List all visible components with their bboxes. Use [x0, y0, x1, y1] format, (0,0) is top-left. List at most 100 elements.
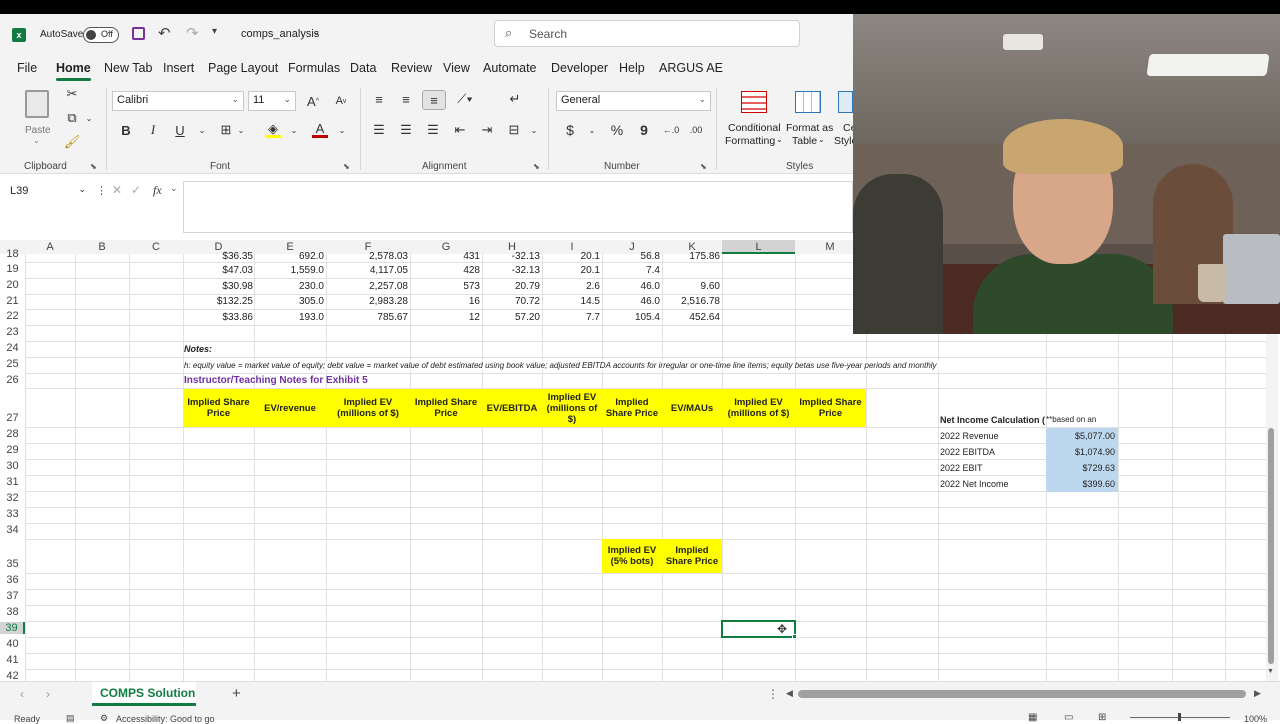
undo-icon[interactable]: ↶ [158, 24, 171, 42]
save-icon[interactable] [132, 27, 145, 40]
orientation-icon[interactable]: ⟋▾ [453, 91, 477, 107]
header-cell[interactable]: EV/revenue [254, 389, 326, 427]
zoom-level[interactable]: 100% [1244, 714, 1267, 724]
cell[interactable]: 20.79 [482, 281, 540, 292]
column-header-b[interactable]: B [75, 240, 129, 254]
underline-dropdown-icon[interactable]: ⌄ [197, 124, 207, 136]
cell[interactable]: 2.6 [542, 281, 600, 292]
tab-home[interactable]: Home [56, 61, 91, 81]
format-as-table-icon[interactable] [795, 91, 821, 113]
row-header[interactable]: 35 [0, 558, 25, 570]
merge-center-icon[interactable]: ⊟ [506, 122, 522, 138]
cell[interactable]: $33.86 [183, 312, 253, 323]
cell[interactable]: 2,516.78 [662, 296, 720, 307]
cell[interactable]: -32.13 [482, 251, 540, 262]
row-header[interactable]: 40 [0, 638, 25, 650]
row-header[interactable]: 38 [0, 606, 25, 618]
row-header[interactable]: 28 [0, 428, 25, 440]
cell[interactable]: 105.4 [602, 312, 660, 323]
font-launcher-icon[interactable]: ⬊ [343, 162, 350, 171]
row-header[interactable]: 27 [0, 412, 25, 424]
page-break-view-icon[interactable]: ⊞ [1098, 712, 1106, 723]
header-cell[interactable]: Implied EV (5% bots) [602, 539, 662, 573]
cell[interactable]: $36.35 [183, 251, 253, 262]
cell[interactable]: 193.0 [254, 312, 324, 323]
cell[interactable]: 692.0 [254, 251, 324, 262]
normal-view-icon[interactable]: ▦ [1028, 712, 1037, 723]
cell[interactable]: 305.0 [254, 296, 324, 307]
header-cell[interactable]: Implied Share Price [410, 389, 482, 427]
prev-sheet-icon[interactable]: ‹ [20, 687, 24, 701]
net-income-label[interactable]: 2022 EBIT [940, 463, 983, 473]
percent-button[interactable]: % [609, 122, 625, 138]
decrease-decimal-icon[interactable]: .00 [687, 122, 705, 138]
cell[interactable]: 573 [410, 281, 480, 292]
fill-color-icon[interactable]: ◈ [265, 121, 281, 138]
tab-developer[interactable]: Developer [551, 61, 608, 75]
filename-chevron-icon[interactable]: ⌄ [312, 27, 320, 38]
cell[interactable]: 12 [410, 312, 480, 323]
row-header[interactable]: 31 [0, 476, 25, 488]
row-header[interactable]: 37 [0, 590, 25, 602]
cell[interactable]: $47.03 [183, 265, 253, 276]
cell[interactable]: $132.25 [183, 296, 253, 307]
file-name[interactable]: comps_analysis [241, 28, 319, 40]
paste-dropdown-icon[interactable]: ⌄ [33, 136, 40, 145]
cell[interactable]: 57.20 [482, 312, 540, 323]
net-income-value[interactable]: $729.63 [1046, 460, 1118, 476]
cell[interactable]: 9.60 [662, 281, 720, 292]
cell[interactable]: 46.0 [602, 296, 660, 307]
format-as-table-label-2[interactable]: Table [792, 135, 817, 147]
row-header[interactable]: 18 [0, 249, 25, 260]
header-cell[interactable]: EV/MAUs [662, 389, 722, 427]
cell[interactable]: 7.7 [542, 312, 600, 323]
notes-heading[interactable]: Notes: [184, 344, 212, 354]
fill-handle-icon[interactable] [792, 634, 797, 639]
cell[interactable]: 2,257.08 [326, 281, 408, 292]
cell[interactable]: 785.67 [326, 312, 408, 323]
cell[interactable]: 7.4 [602, 265, 660, 276]
net-income-label[interactable]: 2022 Net Income [940, 479, 1009, 489]
font-name-select[interactable]: Calibri ⌄ [112, 91, 244, 111]
scroll-left-icon[interactable]: ◀ [786, 688, 793, 699]
cell[interactable]: 70.72 [482, 296, 540, 307]
copy-icon[interactable]: ⧉ [64, 110, 80, 126]
comma-button[interactable]: 9 [636, 122, 652, 138]
cell[interactable]: 1,559.0 [254, 265, 324, 276]
increase-decimal-icon[interactable]: ←.0 [662, 122, 680, 138]
macro-icon[interactable]: ▤ [66, 713, 75, 724]
column-header-a[interactable]: A [25, 240, 75, 254]
tab-page-layout[interactable]: Page Layout [208, 61, 278, 75]
formula-input[interactable] [183, 181, 853, 233]
search-box[interactable]: ⌕ Search [494, 20, 800, 47]
row-header[interactable]: 36 [0, 574, 25, 586]
currency-dropdown-icon[interactable]: ⌄ [587, 124, 597, 136]
font-color-icon[interactable]: A [312, 121, 328, 138]
column-header-l[interactable]: L [722, 240, 795, 254]
underline-button[interactable]: U [172, 122, 188, 138]
copy-dropdown-icon[interactable]: ⌄ [84, 112, 94, 124]
scroll-right-icon[interactable]: ▶ [1254, 688, 1261, 699]
alignment-launcher-icon[interactable]: ⬊ [533, 162, 540, 171]
number-format-select[interactable]: General ⌄ [556, 91, 711, 111]
decrease-indent-icon[interactable]: ⇤ [452, 122, 468, 138]
cancel-entry-icon[interactable]: ✕ [112, 183, 122, 197]
row-header[interactable]: 34 [0, 524, 25, 536]
font-size-select[interactable]: 11 ⌄ [248, 91, 296, 111]
tab-review[interactable]: Review [391, 61, 432, 75]
tab-automate[interactable]: Automate [483, 61, 537, 75]
wrap-text-icon[interactable]: ↵ [507, 91, 523, 107]
align-middle-icon[interactable]: ≡ [398, 91, 414, 107]
italic-button[interactable]: I [145, 122, 161, 138]
conditional-formatting-chevron-icon[interactable]: ⌄ [776, 135, 783, 144]
accessibility-icon[interactable]: ⚙ [100, 713, 108, 724]
align-center-icon[interactable]: ☰ [398, 122, 414, 138]
tab-new-tab[interactable]: New Tab [104, 61, 152, 75]
scroll-down-icon[interactable]: ▼ [1267, 668, 1274, 675]
row-header[interactable]: 33 [0, 508, 25, 520]
cell-styles-icon[interactable] [838, 91, 853, 113]
net-income-value[interactable]: $1,074.90 [1046, 444, 1118, 460]
cell[interactable]: 428 [410, 265, 480, 276]
conditional-formatting-label-2[interactable]: Formatting [725, 135, 775, 147]
merge-dropdown-icon[interactable]: ⌄ [529, 124, 539, 136]
